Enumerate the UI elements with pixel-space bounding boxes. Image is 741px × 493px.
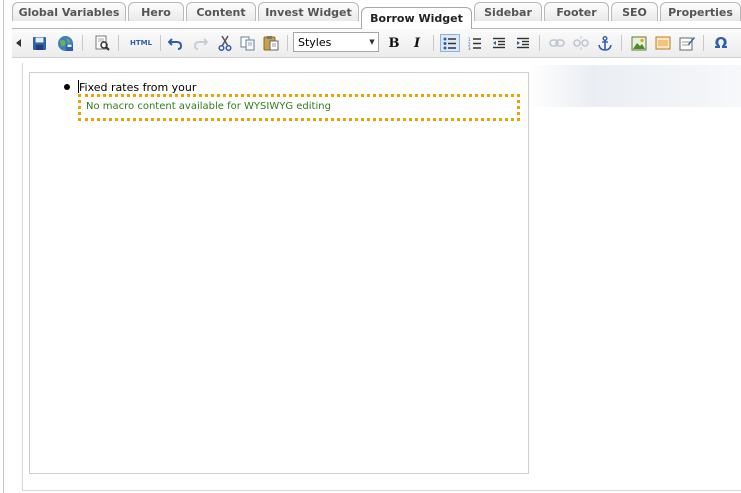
omega-icon: Ω: [714, 34, 728, 52]
bullet-list-button[interactable]: [440, 34, 460, 52]
html-source-icon[interactable]: HTML: [128, 34, 154, 52]
image-icon[interactable]: [629, 34, 649, 52]
macro-placeholder-box[interactable]: No macro content available for WYSIWYG e…: [78, 94, 520, 121]
numbered-list-icon[interactable]: 123: [465, 34, 485, 52]
outdent-icon[interactable]: [489, 34, 509, 52]
toolbar-separator: [82, 35, 83, 51]
tab-content[interactable]: Content: [186, 2, 256, 21]
styles-dropdown-value: Styles: [298, 35, 332, 49]
cut-icon[interactable]: [215, 34, 235, 52]
italic-icon: I: [413, 35, 421, 51]
save-publish-icon[interactable]: [55, 34, 75, 52]
tab-global-variables[interactable]: Global Variables: [12, 2, 126, 21]
toolbar-separator: [287, 35, 288, 51]
tab-hero[interactable]: Hero: [128, 2, 184, 21]
tab-footer[interactable]: Footer: [544, 2, 609, 21]
save-icon[interactable]: [29, 34, 49, 52]
editor-toolbar: HTML Styles ▼ B I 123 Ω: [12, 29, 741, 58]
macro-placeholder-text: No macro content available for WYSIWYG e…: [86, 101, 331, 112]
italic-button[interactable]: I: [407, 34, 427, 52]
tab-borrow-widget[interactable]: Borrow Widget: [361, 7, 472, 29]
list-item-text[interactable]: Fixed rates from your: [79, 81, 196, 94]
tab-sidebar[interactable]: Sidebar: [474, 2, 542, 21]
editor-gutter-shade: [528, 65, 741, 107]
tab-properties[interactable]: Properties: [660, 2, 741, 21]
list-bullet: [64, 84, 70, 90]
tab-invest-widget[interactable]: Invest Widget: [258, 2, 359, 21]
indent-icon[interactable]: [513, 34, 533, 52]
media-icon[interactable]: [653, 34, 673, 52]
collapse-arrow-icon[interactable]: [12, 34, 26, 52]
link-icon[interactable]: [547, 34, 567, 52]
bullet-list-icon: [443, 37, 456, 49]
toolbar-separator: [118, 35, 119, 51]
svg-text:3: 3: [468, 46, 471, 50]
page-edge: [3, 0, 4, 493]
copy-icon[interactable]: [238, 34, 258, 52]
bold-button[interactable]: B: [384, 34, 404, 52]
toolbar-separator: [160, 35, 161, 51]
styles-dropdown[interactable]: Styles ▼: [293, 32, 379, 52]
toolbar-separator: [433, 35, 434, 51]
chevron-down-icon: ▼: [369, 38, 375, 46]
unlink-icon[interactable]: [571, 34, 591, 52]
toolbar-separator: [703, 35, 704, 51]
paste-icon[interactable]: [261, 34, 281, 52]
wysiwyg-editor[interactable]: [29, 72, 529, 474]
toolbar-separator: [539, 35, 540, 51]
html-source-label: HTML: [129, 39, 153, 47]
special-character-icon[interactable]: Ω: [711, 34, 731, 52]
redo-icon[interactable]: [190, 34, 210, 52]
form-icon[interactable]: [677, 34, 697, 52]
bold-icon: B: [388, 35, 400, 51]
preview-icon[interactable]: [92, 34, 112, 52]
undo-icon[interactable]: [165, 34, 185, 52]
anchor-icon[interactable]: [595, 34, 615, 52]
toolbar-separator: [621, 35, 622, 51]
tab-seo[interactable]: SEO: [611, 2, 658, 21]
